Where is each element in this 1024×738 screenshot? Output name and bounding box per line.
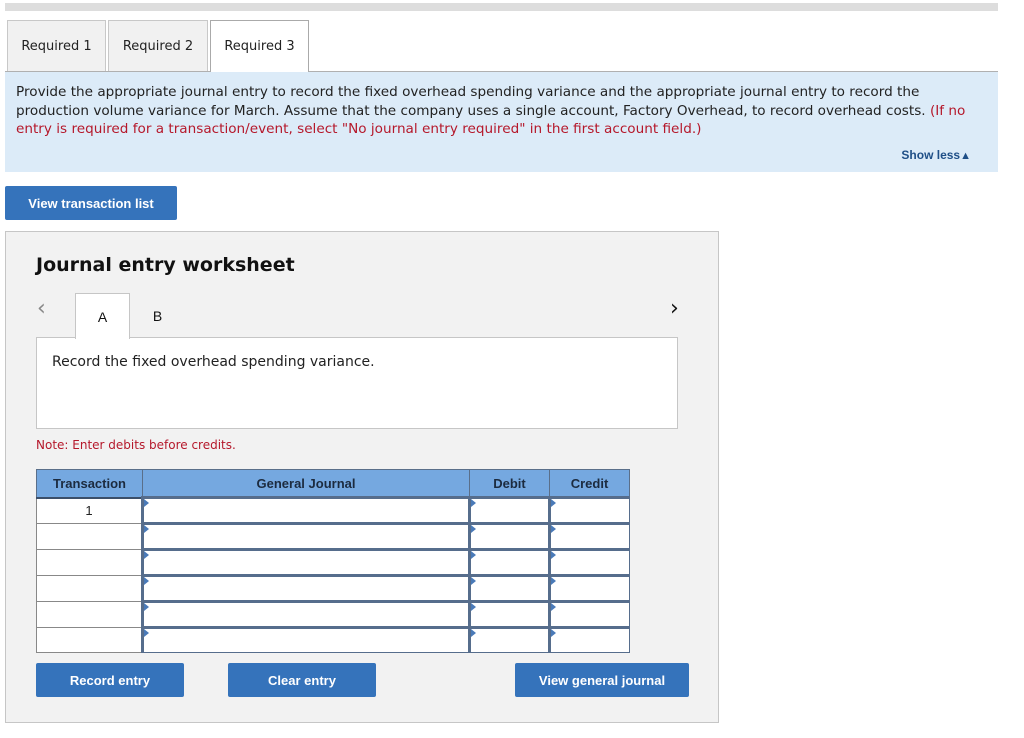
show-less-toggle[interactable]: Show less▲ [901, 148, 971, 162]
tab-required-2[interactable]: Required 2 [108, 20, 208, 71]
table-row [36, 626, 630, 653]
debit-input[interactable] [468, 600, 550, 628]
credit-input[interactable] [548, 626, 630, 653]
top-progress-bar [5, 3, 998, 11]
journal-table-header: Transaction General Journal Debit Credit [36, 469, 630, 499]
transaction-cell [36, 549, 143, 576]
entry-description-box: Record the fixed overhead spending varia… [36, 337, 678, 429]
header-debit: Debit [469, 469, 550, 499]
entry-description: Record the fixed overhead spending varia… [52, 354, 375, 370]
entry-tab-a[interactable]: A [75, 293, 130, 339]
transaction-cell [36, 523, 143, 550]
header-transaction: Transaction [36, 469, 143, 499]
account-input[interactable] [141, 626, 470, 653]
credit-input[interactable] [548, 522, 630, 550]
table-row [36, 600, 630, 628]
debit-input[interactable] [468, 574, 550, 602]
debit-credit-note: Note: Enter debits before credits. [36, 438, 236, 452]
account-input[interactable] [141, 548, 470, 576]
entry-tab-b[interactable]: B [130, 293, 185, 338]
clear-entry-button[interactable]: Clear entry [228, 663, 376, 697]
table-row: 1 [36, 496, 630, 524]
debit-input[interactable] [468, 522, 550, 550]
worksheet-title: Journal entry worksheet [36, 254, 295, 276]
instructions-text: Provide the appropriate journal entry to… [16, 83, 991, 139]
tab-required-1[interactable]: Required 1 [7, 20, 106, 71]
account-input[interactable] [141, 522, 470, 550]
credit-input[interactable] [548, 574, 630, 602]
instructions-panel: Provide the appropriate journal entry to… [5, 71, 998, 172]
credit-input[interactable] [548, 548, 630, 576]
view-transaction-list-button[interactable]: View transaction list [5, 186, 177, 220]
header-credit: Credit [549, 469, 630, 499]
header-general-journal: General Journal [142, 469, 470, 499]
chevron-right-icon[interactable]: › [670, 296, 679, 321]
table-row [36, 574, 630, 602]
account-input[interactable] [141, 574, 470, 602]
table-row [36, 548, 630, 576]
requirement-tabs: Required 1 Required 2 Required 3 [7, 20, 311, 72]
debit-input[interactable] [468, 496, 550, 524]
chevron-left-icon[interactable]: ‹ [37, 296, 46, 321]
record-entry-button[interactable]: Record entry [36, 663, 184, 697]
account-input[interactable] [141, 600, 470, 628]
debit-input[interactable] [468, 548, 550, 576]
triangle-up-icon: ▲ [960, 150, 971, 162]
account-input[interactable] [141, 496, 470, 524]
view-general-journal-button[interactable]: View general journal [515, 663, 689, 697]
transaction-cell [36, 627, 143, 653]
transaction-cell: 1 [36, 497, 143, 524]
transaction-cell [36, 601, 143, 628]
credit-input[interactable] [548, 600, 630, 628]
journal-entry-worksheet: Journal entry worksheet ‹ A B › Record t… [5, 231, 719, 723]
tab-required-3[interactable]: Required 3 [210, 20, 309, 72]
show-less-label: Show less [901, 148, 961, 162]
transaction-cell [36, 575, 143, 602]
table-row [36, 522, 630, 550]
debit-input[interactable] [468, 626, 550, 653]
credit-input[interactable] [548, 496, 630, 524]
journal-table: Transaction General Journal Debit Credit… [36, 469, 630, 653]
instructions-main: Provide the appropriate journal entry to… [16, 84, 926, 119]
